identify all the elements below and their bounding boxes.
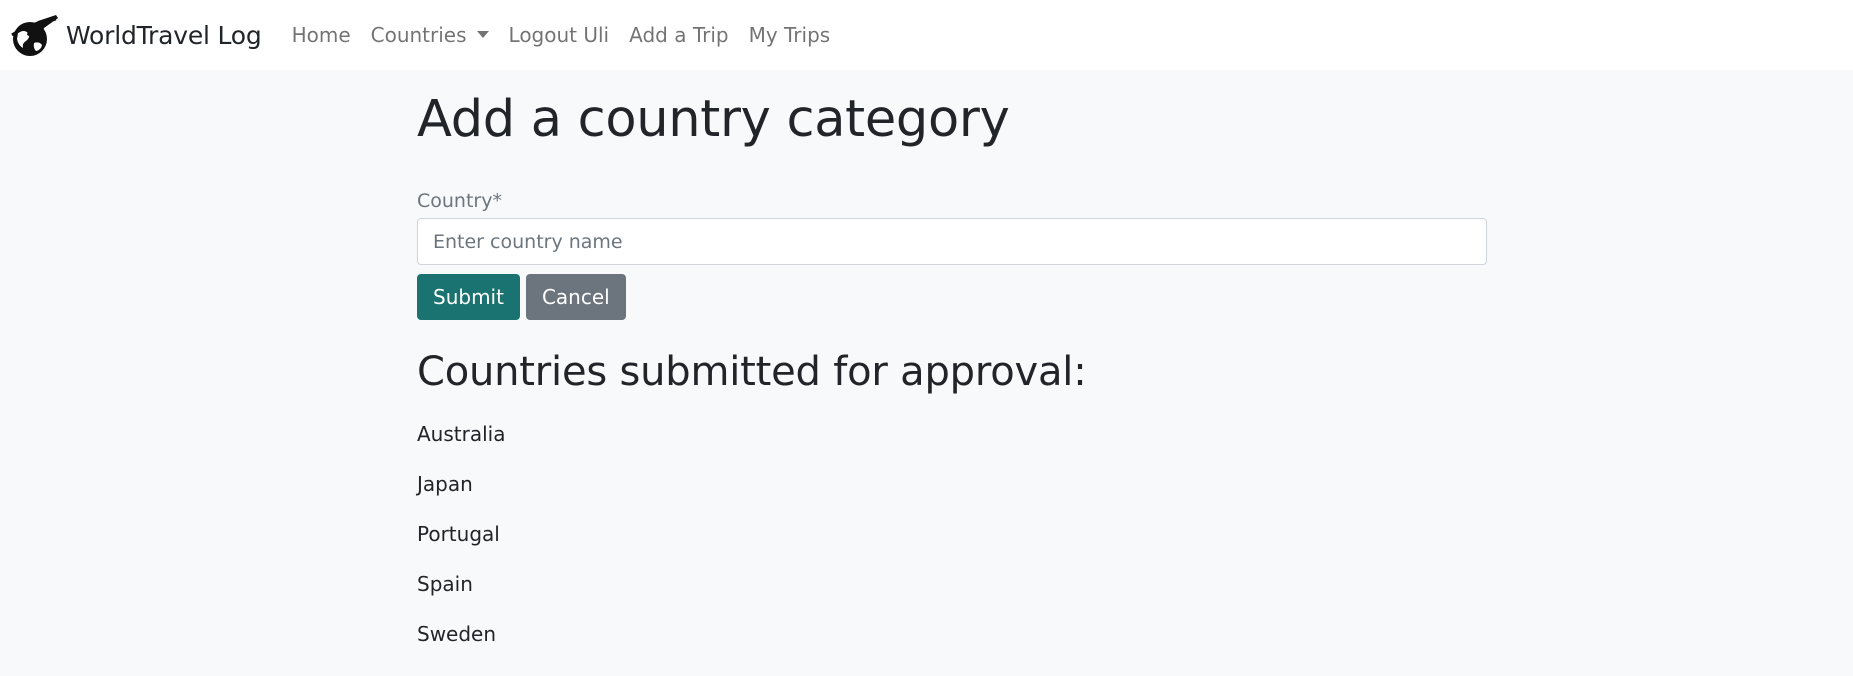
brand-name: WorldTravel Log (66, 20, 262, 50)
list-item: Spain (417, 572, 473, 597)
form-buttons: Submit Cancel (417, 274, 1487, 321)
nav-links: Home Countries Logout Uli Add a Trip My … (282, 23, 841, 47)
list-item: Australia (417, 422, 506, 447)
globe-airplane-icon (11, 15, 58, 56)
list-item: Portugal (417, 522, 500, 547)
list-item: Sweden (417, 622, 497, 647)
nav-add-trip-label: Add a Trip (629, 23, 729, 47)
nav-my-trips[interactable]: My Trips (739, 23, 841, 47)
submitted-countries-heading: Countries submitted for approval: (417, 349, 1087, 396)
main-content: Add a country category Country* Submit C… (417, 70, 1487, 672)
submitted-countries-list: Australia Japan Portugal Spain Sweden (417, 422, 1487, 672)
chevron-down-icon (476, 30, 489, 38)
page-title: Add a country category (417, 90, 1010, 149)
nav-my-trips-label: My Trips (748, 23, 831, 47)
nav-add-trip[interactable]: Add a Trip (619, 23, 738, 47)
top-navbar: WorldTravel Log Home Countries Logout Ul… (0, 0, 1853, 70)
add-country-form: Country* Submit Cancel (417, 190, 1487, 321)
country-field-label: Country* (417, 190, 502, 213)
nav-countries-label: Countries (370, 23, 467, 47)
cancel-button[interactable]: Cancel (525, 274, 626, 321)
nav-countries-dropdown[interactable]: Countries (361, 23, 499, 47)
country-input[interactable] (417, 218, 1487, 266)
nav-home-label: Home (291, 23, 351, 47)
nav-logout-label: Logout Uli (508, 23, 610, 47)
list-item: Japan (417, 472, 473, 497)
brand-link[interactable]: WorldTravel Log (8, 13, 262, 57)
nav-logout[interactable]: Logout Uli (499, 23, 620, 47)
submit-button[interactable]: Submit (417, 274, 520, 321)
nav-home[interactable]: Home (282, 23, 361, 47)
